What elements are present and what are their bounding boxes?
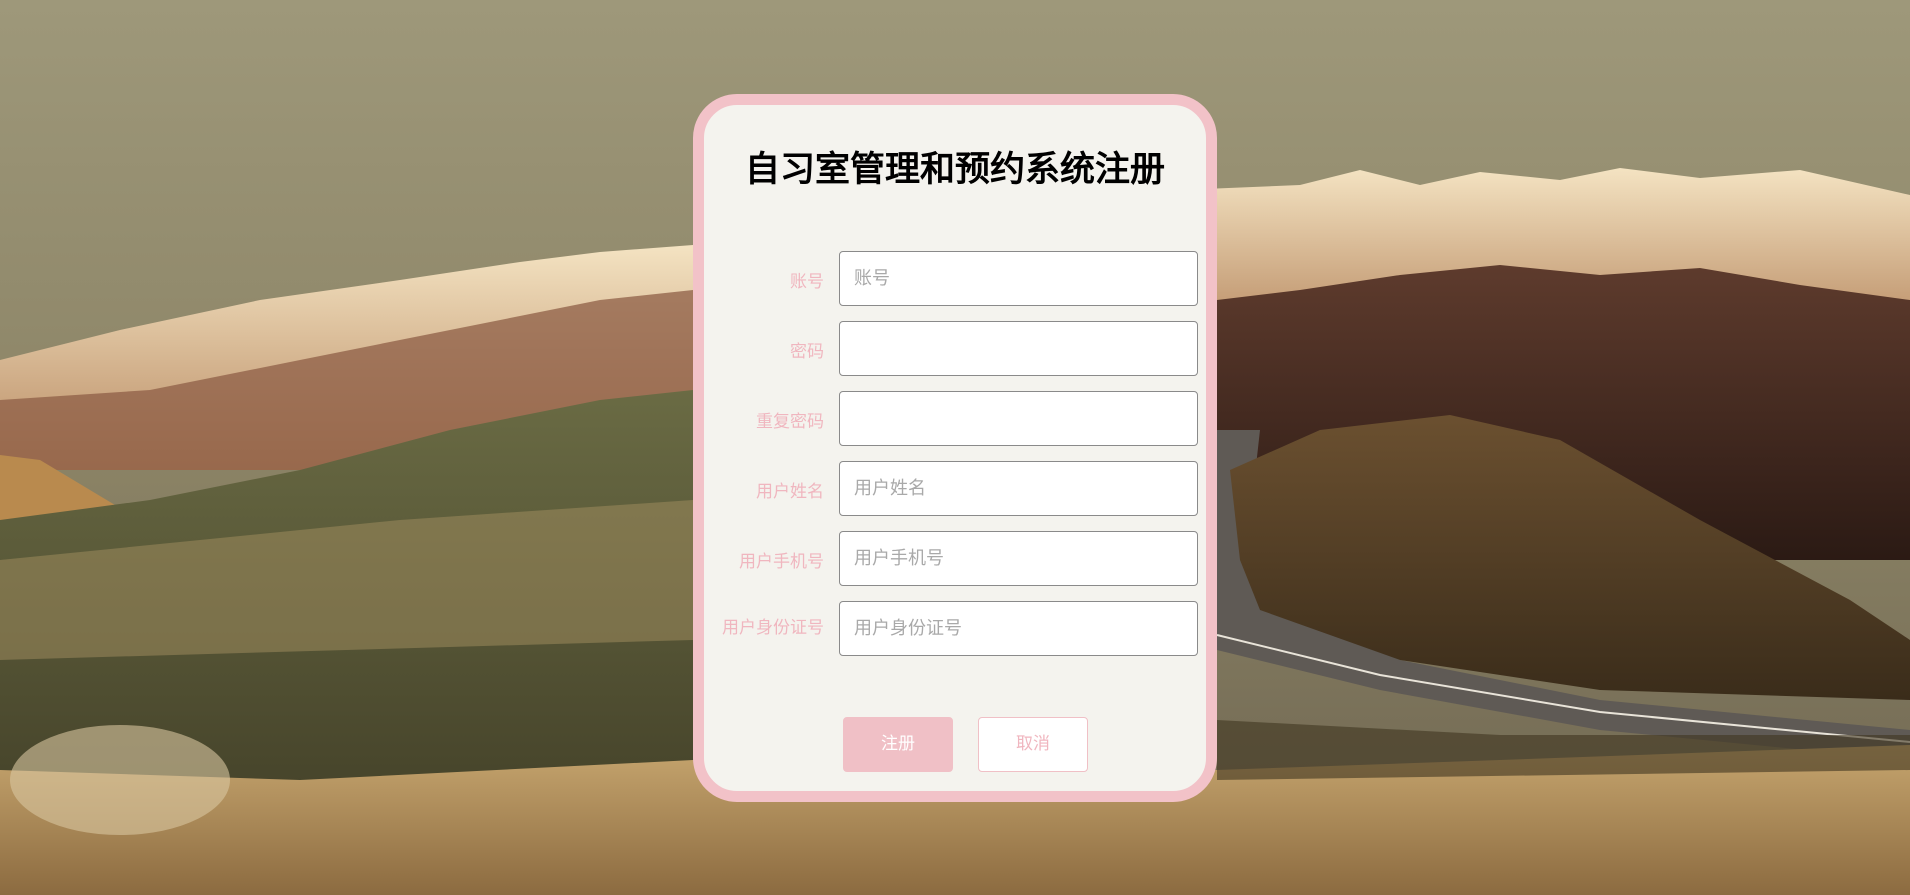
- id-card-label: 用户身份证号: [722, 618, 824, 638]
- cancel-button[interactable]: 取消: [978, 717, 1088, 772]
- register-card: 自习室管理和预约系统注册 账号 密码 重复密码 用户姓名 用户手机号 用户身份证…: [693, 94, 1217, 802]
- name-label: 用户姓名: [756, 482, 824, 502]
- name-input[interactable]: [839, 461, 1198, 516]
- account-input[interactable]: [839, 251, 1198, 306]
- register-button[interactable]: 注册: [843, 717, 953, 772]
- id-card-input[interactable]: [839, 601, 1198, 656]
- phone-label: 用户手机号: [739, 552, 824, 572]
- page-title: 自习室管理和预约系统注册: [744, 150, 1165, 190]
- phone-input[interactable]: [839, 531, 1198, 586]
- repeat-password-label: 重复密码: [756, 412, 824, 432]
- repeat-password-input[interactable]: [839, 391, 1198, 446]
- account-label: 账号: [790, 272, 824, 292]
- password-input[interactable]: [839, 321, 1198, 376]
- password-label: 密码: [790, 342, 824, 362]
